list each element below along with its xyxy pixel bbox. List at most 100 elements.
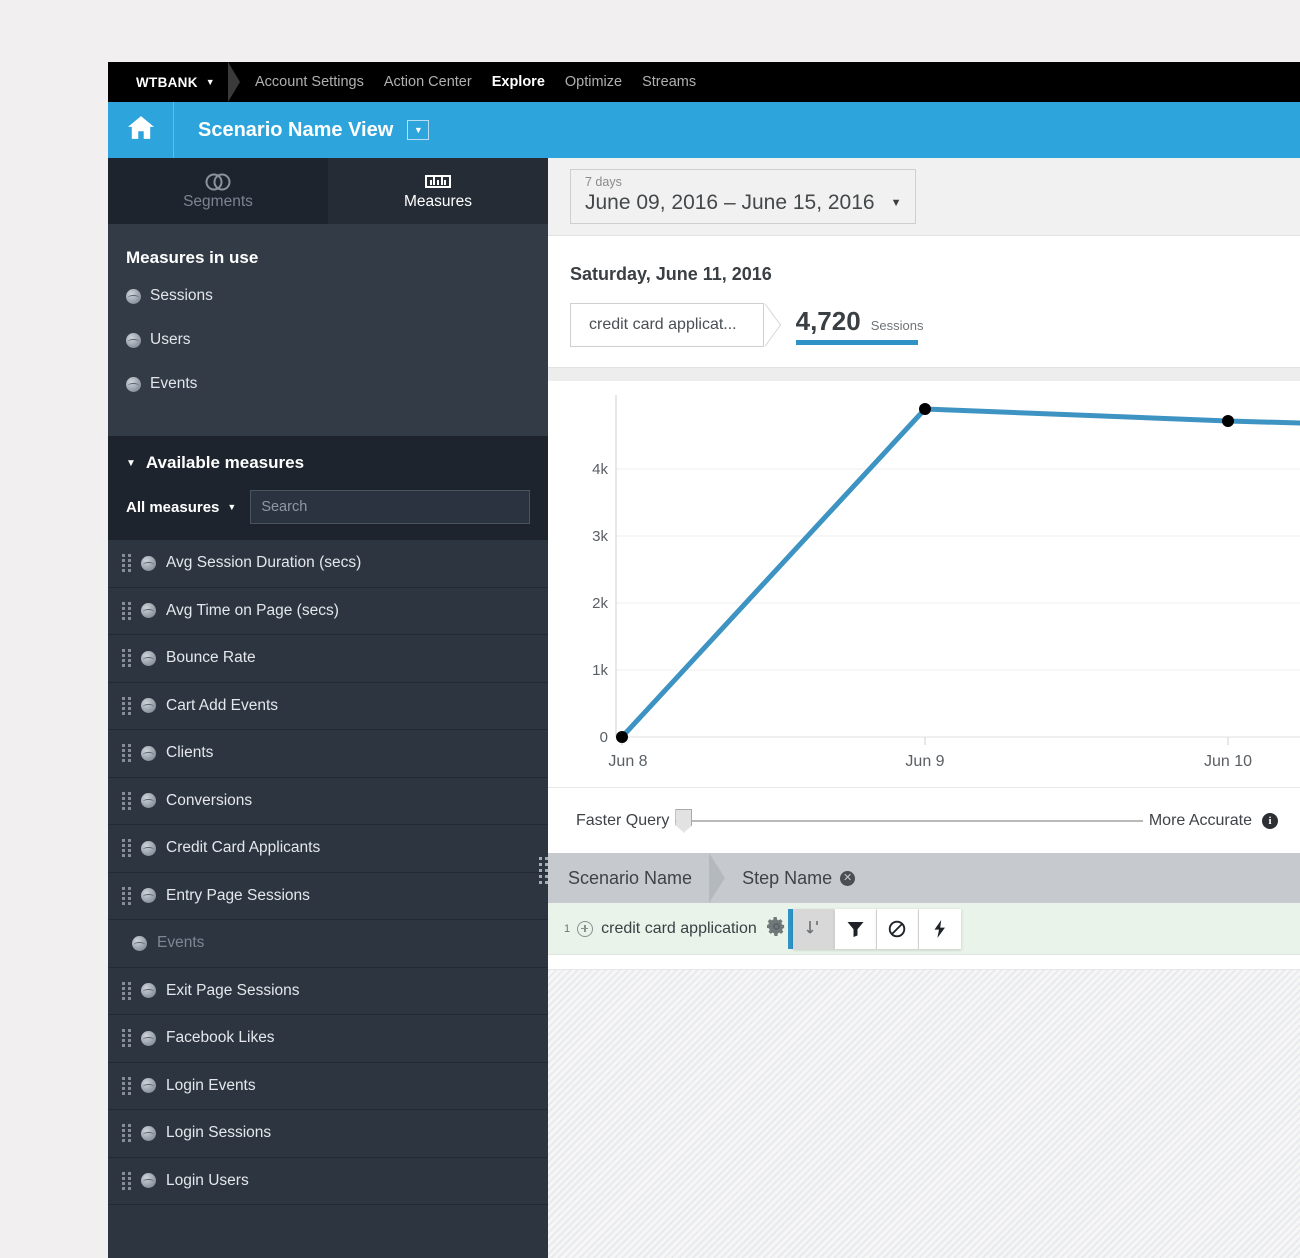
- slider-handle[interactable]: [675, 808, 693, 833]
- measure-label: Entry Page Sessions: [166, 886, 310, 904]
- chart-y-tick-labels: 0 1k 2k 3k 4k: [592, 461, 608, 746]
- list-item[interactable]: Avg Session Duration (secs): [108, 540, 548, 588]
- drag-handle-icon[interactable]: [122, 1171, 131, 1191]
- svg-text:2k: 2k: [592, 595, 608, 612]
- measure-in-use-events[interactable]: Events: [108, 362, 548, 406]
- chip-arrow-decoration: [763, 303, 780, 347]
- page-title: Scenario Name View: [198, 118, 394, 141]
- list-item[interactable]: Avg Time on Page (secs): [108, 587, 548, 635]
- slider-right-label: More Accurate: [1148, 811, 1252, 829]
- sidebar-tabs: Segments Measures: [108, 158, 548, 224]
- measure-in-use-users[interactable]: Users: [108, 318, 548, 362]
- sidebar-resize-handle[interactable]: [539, 848, 548, 892]
- drag-handle-icon[interactable]: [122, 743, 131, 763]
- close-icon[interactable]: ✕: [840, 870, 856, 886]
- plus-circle-icon[interactable]: [577, 920, 594, 937]
- measures-in-use-panel: Measures in use Sessions Users Events: [108, 224, 548, 436]
- svg-text:4k: 4k: [592, 461, 608, 478]
- chart-x-ticks: [621, 737, 1229, 745]
- measure-globe-icon: [141, 650, 156, 666]
- drag-handle-icon[interactable]: [122, 553, 131, 573]
- breadcrumb-step-label: Step Name: [742, 867, 833, 888]
- measure-label: Bounce Rate: [166, 649, 256, 667]
- measure-label: Login Events: [166, 1076, 256, 1094]
- nav-item-account-settings[interactable]: Account Settings: [255, 74, 364, 90]
- info-icon[interactable]: i: [1262, 812, 1278, 829]
- tab-segments[interactable]: Segments: [108, 158, 328, 224]
- gear-icon[interactable]: [766, 916, 786, 941]
- nav-item-optimize[interactable]: Optimize: [565, 74, 622, 90]
- top-nav-links: Account Settings Action Center Explore O…: [255, 74, 696, 90]
- measure-globe-icon: [141, 1030, 156, 1046]
- drag-handle-icon[interactable]: [122, 886, 131, 906]
- home-button[interactable]: [108, 102, 174, 158]
- measure-label: Login Sessions: [166, 1124, 272, 1142]
- venn-icon: [203, 172, 233, 192]
- breadcrumb-scenario-name[interactable]: Scenario Name: [548, 853, 710, 903]
- measure-label: Exit Page Sessions: [166, 981, 300, 999]
- breadcrumb-step-name[interactable]: Step Name ✕: [726, 867, 856, 889]
- list-item[interactable]: Entry Page Sessions: [108, 872, 548, 920]
- list-item[interactable]: Exit Page Sessions: [108, 967, 548, 1015]
- chart-separator: [548, 367, 1300, 381]
- list-item[interactable]: Facebook Likes: [108, 1015, 548, 1063]
- list-item[interactable]: Cart Add Events: [108, 682, 548, 730]
- list-item[interactable]: Login Sessions: [108, 1110, 548, 1158]
- brand-label: WTBANK: [136, 74, 198, 90]
- list-item[interactable]: Login Users: [108, 1157, 548, 1205]
- tab-measures[interactable]: Measures: [328, 158, 548, 224]
- available-measures-header[interactable]: ▼ Available measures: [108, 436, 548, 490]
- filter-icon[interactable]: [834, 908, 877, 949]
- measure-label: Clients: [166, 744, 214, 762]
- accuracy-slider[interactable]: [675, 808, 1143, 833]
- step-down-icon[interactable]: [792, 908, 835, 949]
- list-item[interactable]: Credit Card Applicants: [108, 825, 548, 873]
- ruler-icon: [425, 172, 451, 192]
- svg-text:3k: 3k: [592, 528, 608, 545]
- breadcrumb-separator: [709, 853, 727, 903]
- nav-item-explore[interactable]: Explore: [492, 74, 545, 90]
- drag-handle-icon[interactable]: [122, 791, 131, 811]
- list-item[interactable]: Login Events: [108, 1062, 548, 1110]
- account-switcher[interactable]: WTBANK ▼: [108, 75, 229, 90]
- sessions-line-chart[interactable]: 0 1k 2k 3k 4k Jun 8 Jun 9 Jun 10: [548, 381, 1300, 787]
- chart-x-tick-labels: Jun 8 Jun 9 Jun 10: [608, 753, 1252, 770]
- all-measures-dropdown[interactable]: All measures ▼: [126, 499, 236, 516]
- measure-in-use-sessions[interactable]: Sessions: [108, 274, 548, 318]
- measure-globe-icon: [141, 603, 156, 619]
- nav-item-streams[interactable]: Streams: [642, 74, 696, 90]
- step-name-label[interactable]: credit card application: [601, 920, 757, 938]
- sessions-metric: 4,720 Sessions: [795, 306, 923, 345]
- svg-text:Jun 9: Jun 9: [905, 753, 944, 770]
- list-item[interactable]: Conversions: [108, 777, 548, 825]
- measure-globe-icon: [141, 1078, 156, 1094]
- measures-in-use-title: Measures in use: [126, 248, 259, 267]
- date-range-picker[interactable]: 7 days June 09, 2016 – June 15, 2016 ▼: [570, 169, 917, 224]
- date-range-value: June 09, 2016 – June 15, 2016: [585, 191, 875, 214]
- drag-handle-icon[interactable]: [122, 981, 131, 1001]
- drag-handle-icon[interactable]: [122, 1123, 131, 1143]
- view-title-group: Scenario Name View ▼: [174, 102, 430, 158]
- exclude-icon[interactable]: [876, 908, 919, 949]
- measure-in-use-label: Events: [150, 375, 198, 392]
- bolt-icon[interactable]: [918, 908, 961, 949]
- search-input[interactable]: [250, 490, 530, 524]
- list-item[interactable]: Clients: [108, 730, 548, 778]
- drag-handle-icon[interactable]: [122, 838, 131, 858]
- measure-label: Avg Time on Page (secs): [166, 601, 339, 619]
- drag-handle-icon[interactable]: [122, 1028, 131, 1048]
- drag-handle-icon[interactable]: [122, 648, 131, 668]
- svg-text:Jun 8: Jun 8: [608, 753, 647, 770]
- drag-handle-icon[interactable]: [122, 601, 131, 621]
- svg-text:1k: 1k: [592, 662, 608, 679]
- list-item[interactable]: Bounce Rate: [108, 635, 548, 683]
- available-measures-list: Avg Session Duration (secs) Avg Time on …: [108, 540, 548, 1258]
- chart-svg: 0 1k 2k 3k 4k Jun 8 Jun 9 Jun 10: [592, 395, 1300, 770]
- drag-handle-icon[interactable]: [122, 1076, 131, 1096]
- metric-bar: [795, 339, 918, 345]
- view-dropdown-button[interactable]: ▼: [407, 120, 430, 140]
- scenario-chip[interactable]: credit card applicat...: [570, 303, 780, 347]
- drag-handle-icon[interactable]: [122, 696, 131, 716]
- summary-metric-row: credit card applicat... 4,720 Sessions: [570, 303, 1300, 347]
- nav-item-action-center[interactable]: Action Center: [384, 74, 472, 90]
